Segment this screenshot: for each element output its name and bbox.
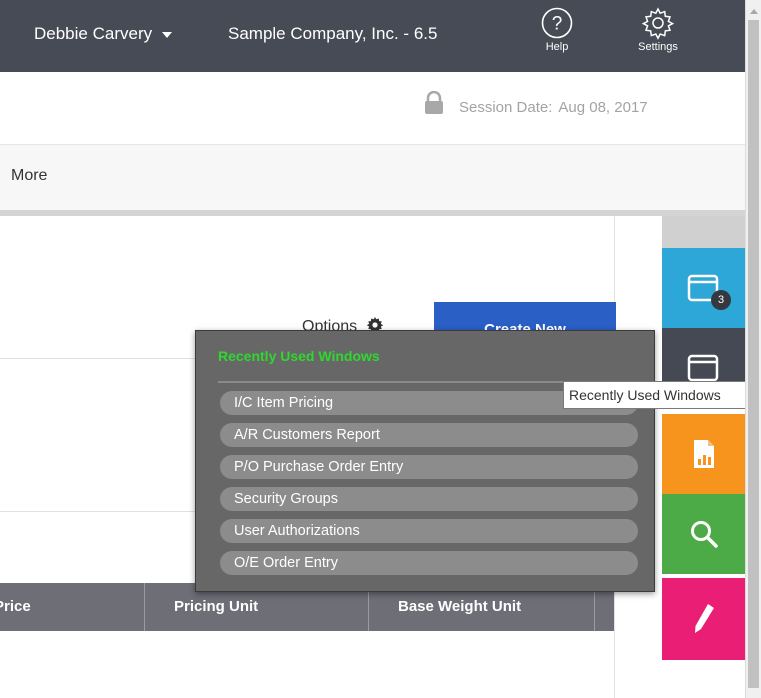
more-strip: More	[0, 144, 745, 211]
session-row: Session Date: Aug 08, 2017	[0, 72, 745, 144]
open-windows-tile[interactable]	[662, 248, 745, 328]
top-bar: Debbie Carvery Sample Company, Inc. - 6.…	[0, 0, 745, 72]
help-icon: ?	[541, 7, 573, 39]
vertical-scrollbar[interactable]	[745, 0, 761, 698]
user-name[interactable]: Debbie Carvery	[34, 24, 152, 44]
tooltip: Recently Used Windows	[563, 381, 761, 409]
scroll-up-arrow[interactable]	[750, 9, 758, 14]
caret-down-icon[interactable]	[162, 32, 173, 38]
settings-label: Settings	[638, 41, 678, 53]
search-icon	[690, 521, 718, 548]
open-windows-badge: 3	[711, 290, 731, 310]
svg-text:?: ?	[552, 14, 563, 35]
column-header-price[interactable]: Price	[0, 583, 31, 631]
more-label[interactable]: More	[11, 167, 47, 185]
gear-icon	[641, 7, 675, 40]
recent-window-item[interactable]: User Authorizations	[220, 519, 638, 543]
recent-windows-icon	[687, 354, 718, 382]
column-separator[interactable]	[144, 583, 145, 631]
recent-window-item[interactable]: Security Groups	[220, 487, 638, 511]
recent-window-item[interactable]: A/R Customers Report	[220, 423, 638, 447]
popup-title: Recently Used Windows	[218, 348, 380, 364]
recent-window-item[interactable]: P/O Purchase Order Entry	[220, 455, 638, 479]
settings-button[interactable]: Settings	[628, 6, 688, 53]
search-tile[interactable]	[662, 494, 745, 574]
recent-window-item[interactable]: O/E Order Entry	[220, 551, 638, 575]
pencil-icon	[694, 604, 714, 633]
report-icon	[693, 440, 714, 468]
edit-tile[interactable]	[662, 578, 745, 660]
recent-windows-popup: Recently Used Windows I/C Item Pricing A…	[195, 330, 655, 592]
session-date-label: Session Date:	[459, 99, 553, 116]
report-tile[interactable]	[662, 414, 745, 494]
user-menu[interactable]: Debbie Carvery	[34, 24, 173, 44]
lock-icon	[425, 91, 443, 114]
company-name[interactable]: Sample Company, Inc. - 6.5	[228, 24, 437, 44]
help-button[interactable]: ? Help	[540, 6, 574, 53]
side-tile-top	[662, 216, 745, 248]
session-date-value: Aug 08, 2017	[558, 99, 648, 116]
session-date: Session Date: Aug 08, 2017	[459, 99, 648, 116]
help-label: Help	[545, 41, 569, 53]
scroll-thumb[interactable]	[748, 20, 759, 688]
